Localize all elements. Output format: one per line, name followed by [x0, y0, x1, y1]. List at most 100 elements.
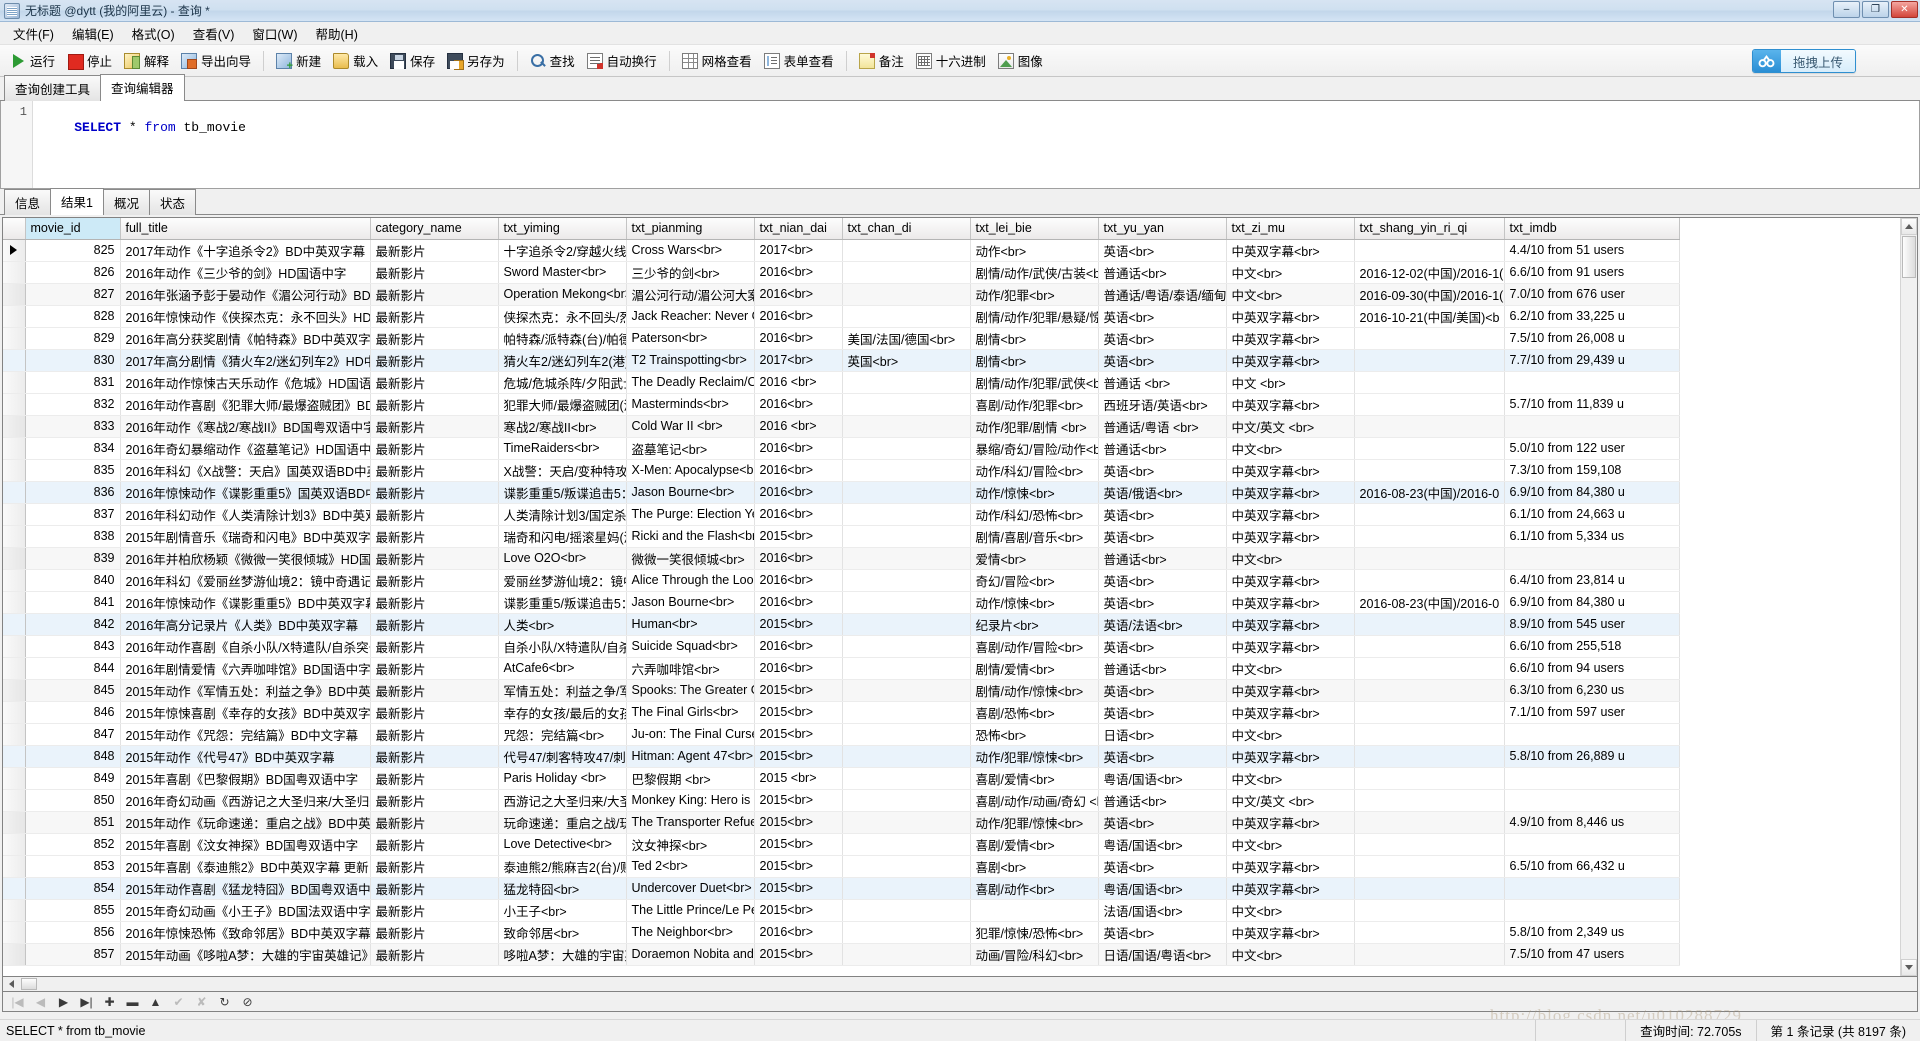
cell-txt_shang_yin_ri_qi[interactable]: [1354, 877, 1505, 900]
cell-txt_nian_dai[interactable]: 2016<br>: [754, 591, 843, 614]
scroll-left-button[interactable]: [3, 978, 19, 991]
cell-txt_yiming[interactable]: 西游记之大圣归来/大圣归来: [498, 789, 627, 812]
cell-txt_yiming[interactable]: 小王子<br>: [498, 899, 627, 922]
cell-txt_pianming[interactable]: 三少爷的剑<br>: [626, 261, 755, 284]
cell-txt_lei_bie[interactable]: 奇幻/冒险<br>: [970, 569, 1099, 592]
cell-txt_yu_yan[interactable]: 英语<br>: [1098, 349, 1227, 372]
table-row[interactable]: 8372016年科幻动作《人类清除计划3》BD中英双字幕最新影片人类清除计划3/…: [3, 503, 1680, 526]
cell-txt_nian_dai[interactable]: 2016<br>: [754, 459, 843, 482]
cell-category_name[interactable]: 最新影片: [370, 613, 499, 636]
cell-txt_yiming[interactable]: 谍影重重5/叛谍追击5：身f: [498, 591, 627, 614]
cell-txt_pianming[interactable]: Undercover Duet<br>: [626, 877, 755, 900]
cell-txt_chan_di[interactable]: [842, 613, 971, 636]
cell-txt_nian_dai[interactable]: 2015<br>: [754, 855, 843, 878]
row-indicator[interactable]: [3, 525, 26, 548]
cell-txt_pianming[interactable]: Ted 2<br>: [626, 855, 755, 878]
row-indicator[interactable]: [3, 261, 26, 284]
cell-txt_imdb[interactable]: 6.4/10 from 23,814 u: [1504, 569, 1680, 592]
cell-txt_chan_di[interactable]: [842, 877, 971, 900]
cell-txt_lei_bie[interactable]: 剧情/动作/武侠/古装<br>: [970, 261, 1099, 284]
cell-txt_zi_mu[interactable]: 中文<br>: [1226, 767, 1355, 790]
cell-txt_shang_yin_ri_qi[interactable]: [1354, 943, 1505, 966]
cell-txt_imdb[interactable]: 6.9/10 from 84,380 u: [1504, 591, 1680, 614]
cell-txt_chan_di[interactable]: [842, 855, 971, 878]
cell-txt_shang_yin_ri_qi[interactable]: [1354, 921, 1505, 944]
cell-full_title[interactable]: 2016年动作喜剧《犯罪大师/最爆盗贼团》BD中英双字幕: [120, 393, 371, 416]
new-button[interactable]: 新建: [270, 49, 327, 72]
cell-category_name[interactable]: 最新影片: [370, 679, 499, 702]
row-indicator[interactable]: [3, 855, 26, 878]
cell-txt_zi_mu[interactable]: 中英双字幕<br>: [1226, 393, 1355, 416]
cell-full_title[interactable]: 2015年喜剧《汶女神探》BD国粤双语中字: [120, 833, 371, 856]
cell-txt_yu_yan[interactable]: 英语<br>: [1098, 525, 1227, 548]
cell-txt_zi_mu[interactable]: 中英双字幕<br>: [1226, 327, 1355, 350]
cell-txt_zi_mu[interactable]: 中英双字幕<br>: [1226, 877, 1355, 900]
cell-txt_yiming[interactable]: Operation Mekong<br>: [498, 283, 627, 306]
cell-txt_yu_yan[interactable]: 英语<br>: [1098, 921, 1227, 944]
menu-edit[interactable]: 编辑(E): [63, 21, 123, 46]
cell-txt_imdb[interactable]: 7.3/10 from 159,108: [1504, 459, 1680, 482]
cell-movie_id[interactable]: 835: [25, 459, 121, 482]
cell-txt_nian_dai[interactable]: 2016 <br>: [754, 415, 843, 438]
cell-txt_yiming[interactable]: Sword Master<br>: [498, 261, 627, 284]
cell-txt_nian_dai[interactable]: 2016<br>: [754, 261, 843, 284]
cell-category_name[interactable]: 最新影片: [370, 877, 499, 900]
cell-category_name[interactable]: 最新影片: [370, 393, 499, 416]
grid-vertical-scrollbar[interactable]: [1900, 218, 1917, 976]
cell-txt_shang_yin_ri_qi[interactable]: [1354, 635, 1505, 658]
cell-txt_zi_mu[interactable]: 中英双字幕<br>: [1226, 635, 1355, 658]
cell-txt_pianming[interactable]: The Transporter Refuelec: [626, 811, 755, 834]
cell-txt_nian_dai[interactable]: 2017<br>: [754, 239, 843, 262]
cell-movie_id[interactable]: 827: [25, 283, 121, 306]
cell-txt_lei_bie[interactable]: 动作/犯罪<br>: [970, 283, 1099, 306]
edit-record-icon[interactable]: ▲: [149, 995, 162, 1009]
cell-txt_zi_mu[interactable]: 中文<br>: [1226, 943, 1355, 966]
cell-category_name[interactable]: 最新影片: [370, 415, 499, 438]
cell-txt_pianming[interactable]: Masterminds<br>: [626, 393, 755, 416]
cell-txt_nian_dai[interactable]: 2015<br>: [754, 833, 843, 856]
cell-txt_yu_yan[interactable]: 英语<br>: [1098, 635, 1227, 658]
cell-movie_id[interactable]: 848: [25, 745, 121, 768]
cell-txt_lei_bie[interactable]: 剧情/动作/犯罪/悬疑/惊悚<: [970, 305, 1099, 328]
cell-txt_shang_yin_ri_qi[interactable]: [1354, 415, 1505, 438]
cell-full_title[interactable]: 2016年奇幻暴缩动作《盗墓笔记》HD国语中字: [120, 437, 371, 460]
cell-txt_zi_mu[interactable]: 中英双字幕<br>: [1226, 349, 1355, 372]
table-row[interactable]: 8362016年惊悚动作《谍影重重5》国英双语BD中英双字幕最新影片谍影重重5/…: [3, 481, 1680, 504]
row-indicator[interactable]: [3, 811, 26, 834]
cell-txt_zi_mu[interactable]: 中英双字幕<br>: [1226, 239, 1355, 262]
table-row[interactable]: 825 2017年动作《十字追杀令2》BD中英双字幕 最新影片 十字追杀令2/穿越火线…: [3, 239, 1680, 262]
cell-full_title[interactable]: 2015年惊悚喜剧《幸存的女孩》BD中英双字幕: [120, 701, 371, 724]
cell-txt_lei_bie[interactable]: 纪录片<br>: [970, 613, 1099, 636]
row-indicator[interactable]: [3, 701, 26, 724]
cell-txt_yu_yan[interactable]: 普通话/粤语/泰语/缅甸语/英: [1098, 283, 1227, 306]
cell-txt_imdb[interactable]: [1504, 723, 1680, 746]
cell-txt_pianming[interactable]: Cross Wars<br>: [626, 239, 755, 262]
cell-movie_id[interactable]: 829: [25, 327, 121, 350]
cell-txt_shang_yin_ri_qi[interactable]: [1354, 855, 1505, 878]
cell-movie_id[interactable]: 826: [25, 261, 121, 284]
column-header-txt_pianming[interactable]: txt_pianming: [626, 218, 755, 240]
row-indicator[interactable]: [3, 371, 26, 394]
cell-txt_lei_bie[interactable]: 喜剧/爱情<br>: [970, 767, 1099, 790]
cell-txt_imdb[interactable]: 7.7/10 from 29,439 u: [1504, 349, 1680, 372]
cell-txt_chan_di[interactable]: [842, 305, 971, 328]
cell-full_title[interactable]: 2015年剧情音乐《瑞奇和闪电》BD中英双字幕: [120, 525, 371, 548]
cell-txt_pianming[interactable]: The Little Prince/Le Petit F: [626, 899, 755, 922]
vertical-scroll-thumb[interactable]: [1902, 236, 1916, 278]
table-row[interactable]: 8502016年奇幻动画《西游记之大圣归来/大圣归来》BD国语中字最新影片西游记…: [3, 789, 1680, 812]
cell-txt_imdb[interactable]: 5.8/10 from 2,349 us: [1504, 921, 1680, 944]
cell-category_name[interactable]: 最新影片: [370, 239, 499, 262]
cell-txt_yu_yan[interactable]: 英语<br>: [1098, 591, 1227, 614]
cell-txt_zi_mu[interactable]: 中文 <br>: [1226, 371, 1355, 394]
cell-txt_imdb[interactable]: [1504, 415, 1680, 438]
grid-body[interactable]: 825 2017年动作《十字追杀令2》BD中英双字幕 最新影片 十字追杀令2/穿越火线…: [3, 239, 1680, 966]
cell-txt_chan_di[interactable]: [842, 767, 971, 790]
cell-movie_id[interactable]: 825: [25, 239, 121, 262]
cell-txt_shang_yin_ri_qi[interactable]: [1354, 657, 1505, 680]
cell-txt_shang_yin_ri_qi[interactable]: 2016-08-23(中国)/2016-0: [1354, 481, 1505, 504]
cell-txt_shang_yin_ri_qi[interactable]: [1354, 503, 1505, 526]
cell-txt_chan_di[interactable]: [842, 701, 971, 724]
cell-txt_yiming[interactable]: 幸存的女孩/最后的女孩<br: [498, 701, 627, 724]
cell-category_name[interactable]: 最新影片: [370, 701, 499, 724]
cell-txt_nian_dai[interactable]: 2016<br>: [754, 481, 843, 504]
